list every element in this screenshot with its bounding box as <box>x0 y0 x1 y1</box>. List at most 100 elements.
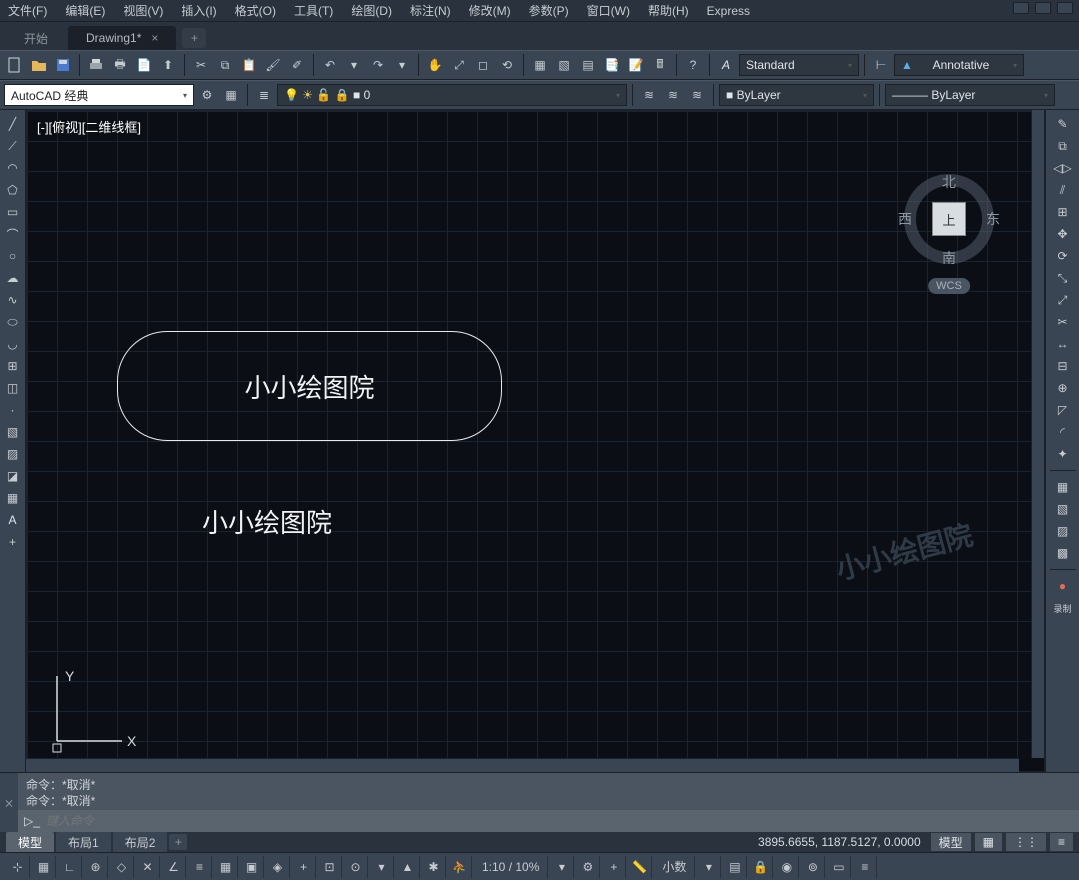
layout-tab-model[interactable]: 模型 <box>6 832 54 853</box>
undo-dropdown-icon[interactable]: ▾ <box>343 54 365 76</box>
menu-file[interactable]: 文件(F) <box>8 2 47 19</box>
lineweight-icon[interactable]: ≡ <box>188 856 212 878</box>
palette4-icon[interactable]: ▩ <box>1050 543 1076 563</box>
menu-window[interactable]: 窗口(W) <box>587 2 630 19</box>
settings-icon[interactable]: ⚙ <box>576 856 600 878</box>
command-input[interactable] <box>46 814 1073 828</box>
match-properties-icon[interactable]: 🖌 <box>262 54 284 76</box>
redo-dropdown-icon[interactable]: ▾ <box>391 54 413 76</box>
table-icon[interactable]: ▦ <box>3 488 23 508</box>
zoom-extents-icon[interactable]: ⤢ <box>448 54 470 76</box>
menu-edit[interactable]: 编辑(E) <box>65 2 105 19</box>
spline-icon[interactable]: ∿ <box>3 290 23 310</box>
tool-palettes-icon[interactable]: ▤ <box>577 54 599 76</box>
scale-display[interactable]: 1:10 / 10% <box>474 856 548 878</box>
drawing-canvas[interactable]: [-][俯视][二维线框] 小小绘图院 小小绘图院 小小绘图院 上 北 南 东 … <box>26 110 1045 772</box>
3dosnap-icon[interactable]: ⊡ <box>318 856 342 878</box>
design-center-icon[interactable]: ▧ <box>553 54 575 76</box>
sheetset-icon[interactable]: 📑 <box>601 54 623 76</box>
menu-view[interactable]: 视图(V) <box>123 2 163 19</box>
layout-tab-1[interactable]: 布局1 <box>56 832 111 853</box>
extend-icon[interactable]: ↔ <box>1050 334 1076 354</box>
cut-icon[interactable]: ✂ <box>190 54 212 76</box>
snap-icon[interactable]: ⊹ <box>6 856 30 878</box>
properties-icon[interactable]: ✐ <box>286 54 308 76</box>
palette2-icon[interactable]: ▧ <box>1050 499 1076 519</box>
textstyle-icon[interactable]: A <box>715 54 737 76</box>
rotate-icon[interactable]: ⟳ <box>1050 246 1076 266</box>
layer-match-icon[interactable]: ≋ <box>686 84 708 106</box>
command-handle[interactable]: ⨯ <box>0 773 18 832</box>
selection-icon[interactable]: ▣ <box>240 856 264 878</box>
menu-insert[interactable]: 插入(I) <box>181 2 216 19</box>
isodraft-icon[interactable]: ◇ <box>110 856 134 878</box>
hatch-icon[interactable]: ▧ <box>3 422 23 442</box>
cleanscreen-icon[interactable]: ▭ <box>827 856 851 878</box>
menu-params[interactable]: 参数(P) <box>529 2 569 19</box>
vertical-scrollbar[interactable] <box>1031 110 1045 758</box>
hardware-icon[interactable]: ⊚ <box>801 856 825 878</box>
record-icon[interactable]: ● <box>1050 576 1076 596</box>
point-icon[interactable]: · <box>3 400 23 420</box>
undo-icon[interactable]: ↶ <box>319 54 341 76</box>
arc-icon[interactable]: ◠ <box>3 158 23 178</box>
dynamic-input-icon[interactable]: + <box>292 856 316 878</box>
osnap-icon[interactable]: ✕ <box>136 856 160 878</box>
rectangle-icon[interactable]: ▭ <box>3 202 23 222</box>
fillet-icon[interactable]: ◜ <box>1050 422 1076 442</box>
polyline-icon[interactable]: ⟋ <box>3 136 23 156</box>
save-icon[interactable] <box>52 54 74 76</box>
insert-icon[interactable]: ⊞ <box>3 356 23 376</box>
trim-icon[interactable]: ✂ <box>1050 312 1076 332</box>
viewcube-top[interactable]: 上 <box>932 202 966 236</box>
menu-draw[interactable]: 绘图(D) <box>351 2 392 19</box>
minimize-button[interactable] <box>1013 2 1029 14</box>
tab-start[interactable]: 开始 <box>6 26 66 50</box>
redo-icon[interactable]: ↷ <box>367 54 389 76</box>
workspace-settings-icon[interactable]: ⚙ <box>196 84 218 106</box>
markup-icon[interactable]: 📝 <box>625 54 647 76</box>
open-icon[interactable] <box>28 54 50 76</box>
line-icon[interactable]: ╱ <box>3 114 23 134</box>
lock-icon[interactable]: 🔒 <box>749 856 773 878</box>
annotation-icon[interactable]: ▲ <box>396 856 420 878</box>
arc2-icon[interactable]: ⌒ <box>3 224 23 244</box>
move-icon[interactable]: ✥ <box>1050 224 1076 244</box>
erase-icon[interactable]: ✎ <box>1050 114 1076 134</box>
join-icon[interactable]: ⊕ <box>1050 378 1076 398</box>
addselection-icon[interactable]: + <box>3 532 23 552</box>
layer-state-icon[interactable]: ≋ <box>638 84 660 106</box>
scale-dropdown-icon[interactable]: ▾ <box>550 856 574 878</box>
close-button[interactable] <box>1057 2 1073 14</box>
horizontal-scrollbar[interactable] <box>26 758 1019 772</box>
grid-icon[interactable]: ▦ <box>32 856 56 878</box>
layout-add-button[interactable]: + <box>169 834 187 850</box>
transparency-icon[interactable]: ▦ <box>214 856 238 878</box>
menu-express[interactable]: Express <box>707 4 750 18</box>
stretch-icon[interactable]: ⤢ <box>1050 290 1076 310</box>
gradient-icon[interactable]: ▨ <box>3 444 23 464</box>
close-icon[interactable]: × <box>151 31 158 45</box>
isolate-icon[interactable]: ◉ <box>775 856 799 878</box>
units-display[interactable]: 小数 <box>654 856 695 878</box>
tab-drawing1[interactable]: Drawing1* × <box>68 26 176 50</box>
publish-icon[interactable]: ⬆ <box>157 54 179 76</box>
menu-modify[interactable]: 修改(M) <box>469 2 511 19</box>
circle-icon[interactable]: ○ <box>3 246 23 266</box>
revcloud-icon[interactable]: ☁ <box>3 268 23 288</box>
menu-dimension[interactable]: 标注(N) <box>410 2 451 19</box>
zoom-window-icon[interactable]: ◻ <box>472 54 494 76</box>
otrack-icon[interactable]: ∠ <box>162 856 186 878</box>
mtext-icon[interactable]: A <box>3 510 23 530</box>
workspace-save-icon[interactable]: ▦ <box>220 84 242 106</box>
ellipse-icon[interactable]: ⬭ <box>3 312 23 332</box>
layer-properties-icon[interactable]: ≣ <box>253 84 275 106</box>
block-icon[interactable]: ◫ <box>3 378 23 398</box>
palette3-icon[interactable]: ▨ <box>1050 521 1076 541</box>
paste-icon[interactable]: 📋 <box>238 54 260 76</box>
help-icon[interactable]: ? <box>682 54 704 76</box>
dropdown-icon[interactable]: ▾ <box>370 856 394 878</box>
layer-previous-icon[interactable]: ≋ <box>662 84 684 106</box>
textstyle-combo[interactable]: Standard▾ <box>739 54 859 76</box>
dimstyle-combo[interactable]: ▲Annotative▾ <box>894 54 1024 76</box>
